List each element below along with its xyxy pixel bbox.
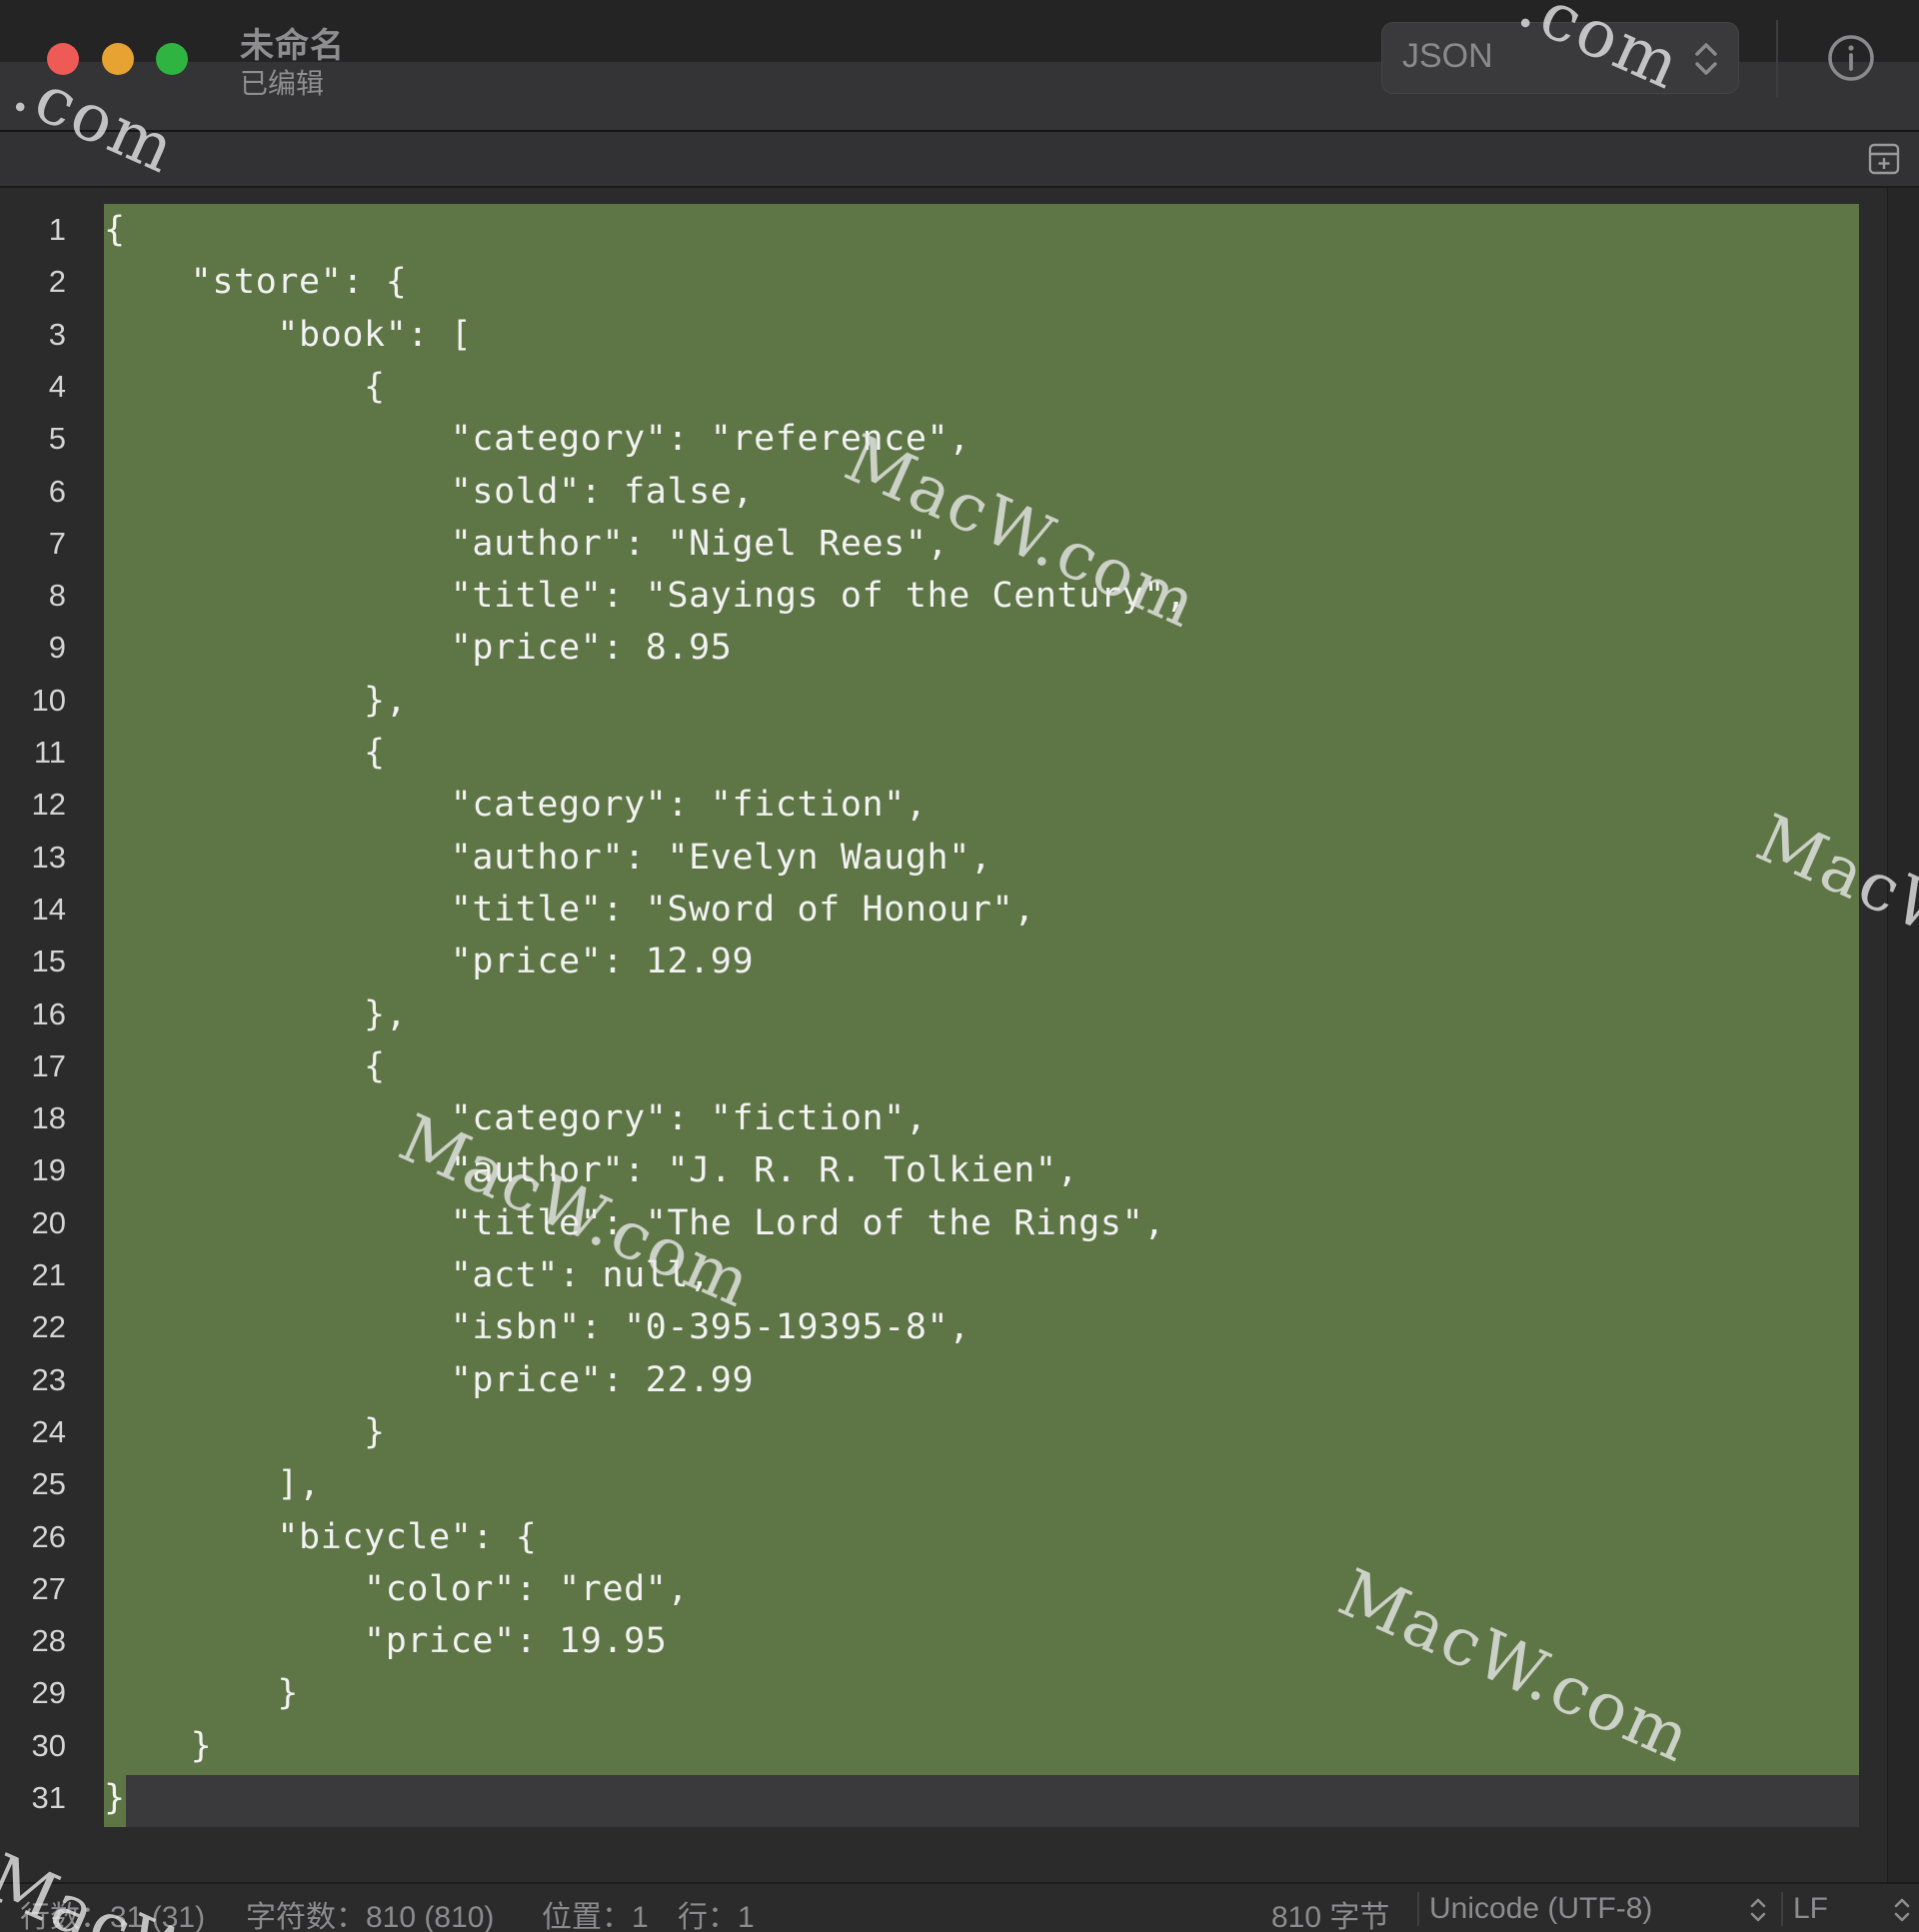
code-line[interactable]: "title": "Sword of Honour", <box>104 884 1035 936</box>
line-number: 19 <box>31 1152 66 1188</box>
code-line[interactable]: "author": "Nigel Rees", <box>104 518 949 570</box>
code-line[interactable]: ], <box>104 1458 321 1510</box>
code-line[interactable]: "color": "red", <box>104 1563 689 1615</box>
line-number: 13 <box>31 839 66 875</box>
line-number: 6 <box>48 473 66 509</box>
code-line[interactable]: { <box>104 727 386 779</box>
code-line[interactable]: "price": 12.99 <box>104 936 754 987</box>
line-number: 10 <box>31 682 66 718</box>
line-number: 11 <box>33 735 66 770</box>
line-number: 7 <box>48 525 66 561</box>
editor-window: 未命名 已编辑 JSON 1 2 3 4 5 6 7 8 9 10 11 12 13 14 <box>0 0 1919 1932</box>
vertical-scrollbar[interactable] <box>1887 188 1919 1882</box>
code-line[interactable]: { <box>104 1040 386 1092</box>
document-title[interactable]: 未命名 <box>240 18 345 67</box>
status-byte-count: 810 字节 <box>1271 1901 1390 1932</box>
add-pane-icon[interactable] <box>1867 142 1901 176</box>
line-number: 20 <box>31 1204 66 1240</box>
status-divider <box>1417 1892 1419 1926</box>
code-line[interactable]: } <box>104 1406 386 1458</box>
line-ending-chevron-updown-icon[interactable] <box>1891 1894 1913 1926</box>
line-number: 1 <box>48 212 66 247</box>
line-number: 26 <box>31 1518 66 1554</box>
code-line[interactable]: "isbn": "0-395-19395-8", <box>104 1301 970 1353</box>
line-number: 9 <box>48 630 66 666</box>
line-number: 29 <box>31 1675 66 1711</box>
minimize-window-button[interactable] <box>102 43 134 75</box>
document-status: 已编辑 <box>240 67 325 100</box>
status-position: 位置：1 <box>542 1901 649 1932</box>
line-ending-select[interactable]: LF <box>1793 1892 1828 1926</box>
status-char-count: 字符数：810 (810) <box>246 1901 495 1932</box>
code-line[interactable]: } <box>104 1720 212 1772</box>
line-number: 17 <box>31 1047 66 1083</box>
line-number: 23 <box>31 1361 66 1397</box>
line-number: 30 <box>31 1727 66 1763</box>
line-number: 3 <box>48 316 66 352</box>
code-line[interactable]: "category": "fiction", <box>104 1092 928 1144</box>
zoom-window-button[interactable] <box>156 43 188 75</box>
code-line[interactable]: "price": 19.95 <box>104 1615 667 1667</box>
line-number: 12 <box>31 787 66 823</box>
code-line[interactable]: }, <box>104 675 407 727</box>
code-line[interactable]: "author": "Evelyn Waugh", <box>104 832 992 884</box>
line-number: 14 <box>31 891 66 927</box>
line-number: 21 <box>31 1257 66 1292</box>
code-line[interactable]: "title": "Sayings of the Century", <box>104 570 1187 622</box>
line-number: 15 <box>31 944 66 979</box>
line-number: 27 <box>31 1570 66 1606</box>
line-number: 18 <box>31 1100 66 1136</box>
line-number: 5 <box>48 421 66 457</box>
code-line[interactable]: } <box>104 1772 126 1824</box>
line-number: 24 <box>31 1413 66 1449</box>
format-select-value: JSON <box>1402 37 1493 75</box>
code-line[interactable]: { <box>104 204 126 256</box>
line-number: 8 <box>48 578 66 614</box>
code-line[interactable]: "store": { <box>104 256 407 308</box>
code-line[interactable]: { <box>104 361 386 413</box>
line-number: 31 <box>31 1780 66 1815</box>
code-line[interactable]: "book": [ <box>104 309 472 361</box>
encoding-chevron-updown-icon[interactable] <box>1747 1894 1769 1926</box>
line-number: 16 <box>31 995 66 1031</box>
status-bar: 行数：31 (31) 字符数：810 (810) 位置：1 行：1 810 字节… <box>0 1882 1919 1932</box>
code-line[interactable]: "sold": false, <box>104 466 754 518</box>
line-number: 4 <box>48 368 66 404</box>
encoding-select[interactable]: Unicode (UTF-8) <box>1429 1892 1652 1926</box>
code-line[interactable]: "price": 22.99 <box>104 1354 754 1406</box>
line-number: 28 <box>31 1623 66 1659</box>
editor-toolbar <box>0 132 1919 188</box>
status-row: 行：1 <box>678 1901 755 1932</box>
code-line[interactable]: } <box>104 1667 299 1719</box>
current-line-highlight <box>104 1775 1859 1827</box>
code-line[interactable]: "price": 8.95 <box>104 622 732 674</box>
line-number: 25 <box>31 1466 66 1502</box>
info-icon[interactable] <box>1827 34 1875 82</box>
toolbar-divider <box>1776 20 1778 98</box>
code-line[interactable]: }, <box>104 988 407 1040</box>
code-line[interactable]: "bicycle": { <box>104 1511 537 1563</box>
status-divider <box>1781 1892 1783 1926</box>
line-number: 22 <box>31 1309 66 1345</box>
chevron-updown-icon <box>1695 43 1717 75</box>
code-editor[interactable]: 1 2 3 4 5 6 7 8 9 10 11 12 13 14 15 16 17 18 19 20 21 22 23 24 2… <box>0 188 1887 1882</box>
code-line[interactable]: "category": "fiction", <box>104 779 928 831</box>
code-line[interactable]: "category": "reference", <box>104 413 970 465</box>
line-number: 2 <box>48 264 66 300</box>
